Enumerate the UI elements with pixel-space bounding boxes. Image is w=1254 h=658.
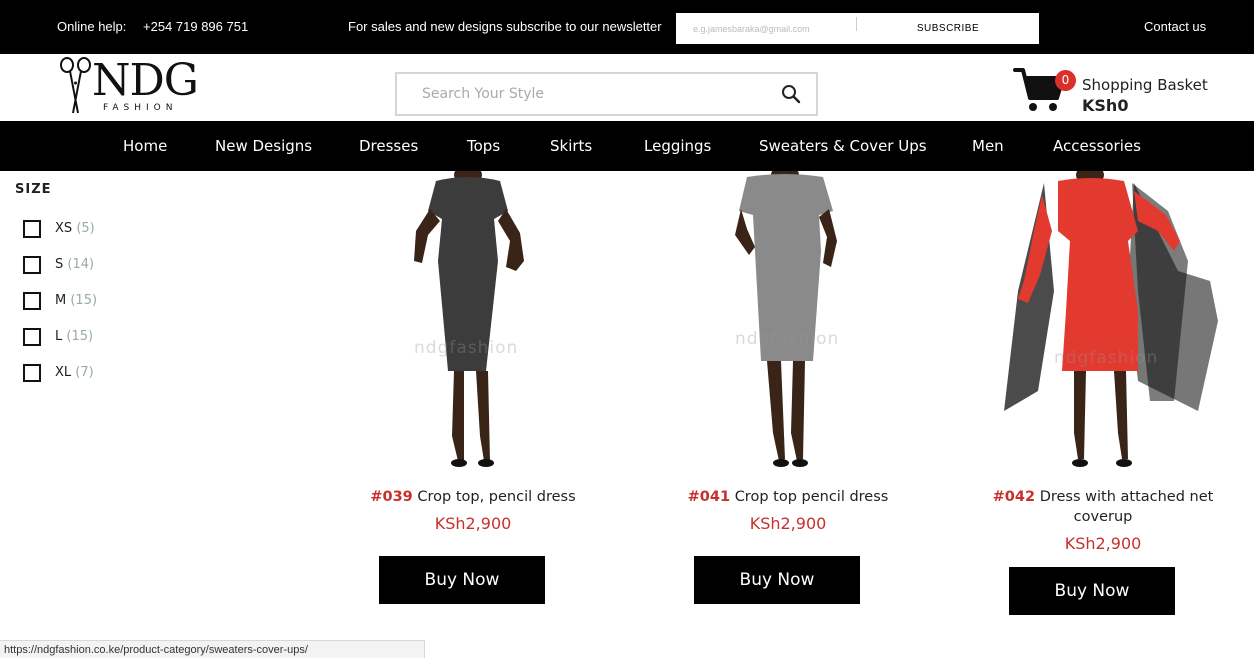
cart-count-badge[interactable]: 0 [1055, 70, 1076, 91]
buy-now-button[interactable]: Buy Now [1009, 567, 1175, 615]
search-input[interactable] [397, 74, 767, 114]
product-title[interactable]: #039 Crop top, pencil dress [323, 487, 623, 507]
image-watermark: ndgfashion [414, 338, 519, 358]
product-image[interactable] [978, 171, 1228, 471]
size-count: (14) [67, 257, 95, 272]
main-nav: Home New Designs Dresses Tops Skirts Leg… [0, 121, 1254, 171]
image-watermark: ndgfashion [1054, 348, 1159, 368]
product-price: KSh2,900 [434, 514, 512, 533]
status-bar-url: https://ndgfashion.co.ke/product-categor… [0, 640, 425, 658]
nav-item-tops[interactable]: Tops [467, 137, 500, 155]
product-price: KSh2,900 [749, 514, 827, 533]
logo-subtext: FASHION [103, 103, 178, 113]
size-count: (5) [76, 221, 95, 236]
newsletter-promo: For sales and new designs subscribe to o… [348, 19, 662, 34]
basket-total: KSh0 [1082, 96, 1129, 115]
nav-item-accessories[interactable]: Accessories [1053, 137, 1141, 155]
site-logo[interactable]: NDG FASHION [59, 56, 204, 116]
nav-item-leggings[interactable]: Leggings [644, 137, 711, 155]
search-bar [395, 72, 818, 116]
product-title[interactable]: #042 Dress with attached net coverup [953, 487, 1253, 527]
subscribe-button[interactable]: SUBSCRIBE [857, 13, 1039, 44]
product-name: Dress with attached net coverup [1039, 489, 1214, 525]
size-count: (15) [66, 329, 94, 344]
product-name: Crop top pencil dress [734, 489, 889, 505]
newsletter-form: SUBSCRIBE [676, 13, 1039, 44]
size-count: (15) [70, 293, 98, 308]
top-bar: Online help: +254 719 896 751 For sales … [0, 0, 1254, 54]
online-help-label: Online help: [57, 19, 127, 34]
size-checkbox[interactable] [23, 256, 41, 274]
shopping-basket-label[interactable]: Shopping Basket [1082, 76, 1208, 94]
product-code: #042 [992, 489, 1036, 505]
phone-number[interactable]: +254 719 896 751 [143, 19, 248, 34]
product-card: ndgfashion #042 Dress with attached net … [953, 171, 1253, 621]
size-count: (7) [75, 365, 94, 380]
size-label: S [55, 257, 64, 272]
size-filter-title: SIZE [15, 182, 52, 197]
nav-item-dresses[interactable]: Dresses [359, 137, 418, 155]
size-label: XL [55, 365, 72, 380]
product-image[interactable] [348, 171, 598, 471]
size-label: L [55, 329, 63, 344]
scissors-icon [60, 57, 91, 114]
product-card: ndgfashion #041 Crop top pencil dress KS… [638, 171, 938, 611]
size-label: M [55, 293, 67, 308]
newsletter-email-input[interactable] [676, 13, 856, 44]
product-card: ndgfashion #039 Crop top, pencil dress K… [323, 171, 623, 611]
size-checkbox[interactable] [23, 364, 41, 382]
size-checkbox[interactable] [23, 328, 41, 346]
product-price: KSh2,900 [1064, 534, 1142, 553]
size-label: XS [55, 221, 73, 236]
image-watermark: ndgfashion [735, 329, 840, 349]
size-checkbox[interactable] [23, 220, 41, 238]
logo-text: NDG [92, 55, 199, 106]
nav-item-skirts[interactable]: Skirts [550, 137, 592, 155]
buy-now-button[interactable]: Buy Now [379, 556, 545, 604]
nav-item-men[interactable]: Men [972, 137, 1004, 155]
product-image[interactable] [663, 171, 913, 471]
size-checkbox[interactable] [23, 292, 41, 310]
product-title[interactable]: #041 Crop top pencil dress [638, 487, 938, 507]
product-code: #041 [687, 489, 731, 505]
search-icon[interactable] [781, 84, 801, 104]
product-code: #039 [370, 489, 413, 505]
nav-item-new-designs[interactable]: New Designs [215, 137, 312, 155]
contact-us-link[interactable]: Contact us [1144, 19, 1206, 34]
nav-item-home[interactable]: Home [123, 137, 167, 155]
product-name: Crop top, pencil dress [417, 489, 576, 505]
nav-item-sweaters-cover-ups[interactable]: Sweaters & Cover Ups [759, 137, 927, 155]
buy-now-button[interactable]: Buy Now [694, 556, 860, 604]
